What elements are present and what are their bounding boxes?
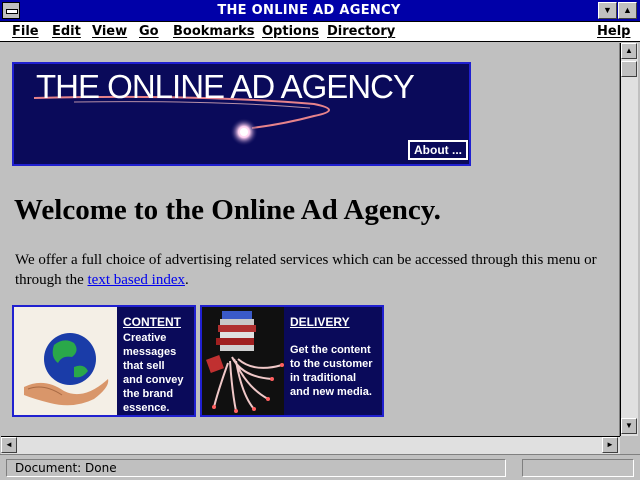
- window-title: THE ONLINE AD AGENCY: [217, 3, 401, 18]
- content-tile-title: CONTENT: [123, 315, 181, 329]
- title-bar: THE ONLINE AD AGENCY ▼ ▲: [0, 0, 640, 22]
- delivery-tile[interactable]: DELIVERY Get the content to the customer…: [200, 305, 384, 417]
- scroll-right-button[interactable]: ►: [602, 437, 618, 453]
- menu-bookmarks[interactable]: Bookmarks: [173, 24, 255, 39]
- banner-image[interactable]: THE ONLINE AD AGENCY About ...: [12, 62, 471, 166]
- content-tile[interactable]: CONTENT Creative messages that sell and …: [12, 305, 196, 417]
- horizontal-scrollbar[interactable]: ◄ ►: [1, 436, 620, 454]
- menu-view[interactable]: View: [92, 24, 127, 39]
- menu-directory[interactable]: Directory: [327, 24, 395, 39]
- globe-in-hand-icon: [14, 307, 117, 415]
- vertical-scroll-thumb[interactable]: [621, 61, 637, 77]
- status-bar: Document: Done: [0, 454, 640, 480]
- page-title: Welcome to the Online Ad Agency.: [14, 194, 441, 226]
- menu-options[interactable]: Options: [262, 24, 319, 39]
- progress-indicator: [522, 459, 634, 477]
- content-tile-text: Creative messages that sell and convey t…: [123, 332, 184, 414]
- maximize-button[interactable]: ▲: [618, 2, 637, 19]
- intro-end: .: [184, 272, 189, 288]
- menu-go[interactable]: Go: [139, 24, 159, 39]
- status-text: Document: Done: [6, 459, 506, 477]
- vertical-scrollbar[interactable]: ▲ ▼: [620, 43, 638, 436]
- menu-edit[interactable]: Edit: [52, 24, 81, 39]
- delivery-tile-text: Get the content to the customer in tradi…: [290, 344, 373, 398]
- scroll-up-button[interactable]: ▲: [621, 43, 637, 59]
- delivery-tile-title: DELIVERY: [290, 315, 350, 329]
- menu-help[interactable]: Help: [597, 24, 630, 39]
- scroll-left-button[interactable]: ◄: [1, 437, 17, 453]
- minimize-button[interactable]: ▼: [598, 2, 617, 19]
- banner-title: THE ONLINE AD AGENCY: [36, 68, 415, 105]
- system-menu-button[interactable]: [2, 2, 20, 19]
- books-and-cables-icon: [202, 307, 284, 415]
- menu-bar: File Edit View Go Bookmarks Options Dire…: [0, 22, 640, 42]
- text-index-link[interactable]: text based index: [88, 272, 185, 288]
- intro-paragraph: We offer a full choice of advertising re…: [15, 250, 605, 290]
- page-content: THE ONLINE AD AGENCY About ... Welcome t…: [1, 43, 620, 436]
- menu-file[interactable]: File: [12, 24, 39, 39]
- scroll-down-button[interactable]: ▼: [621, 418, 637, 434]
- scrollbar-corner: [620, 436, 640, 454]
- about-button[interactable]: About ...: [408, 140, 468, 160]
